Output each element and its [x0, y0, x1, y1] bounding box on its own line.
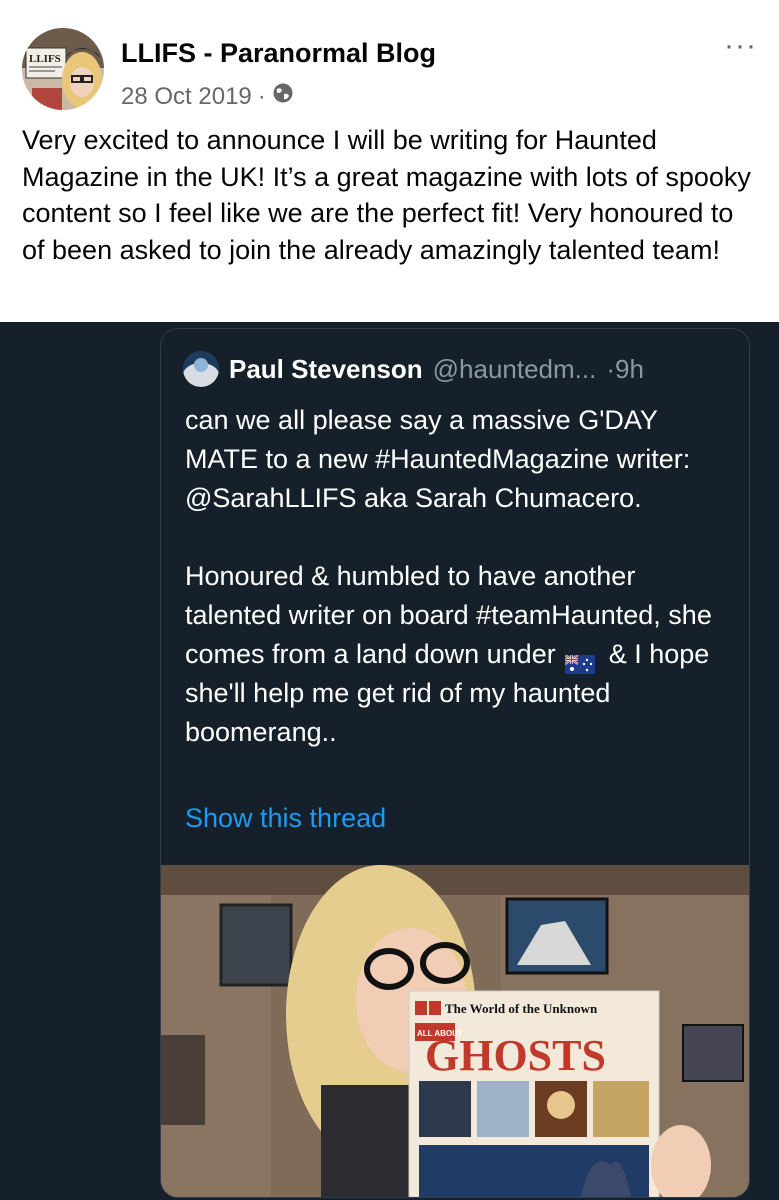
show-thread-link[interactable]: Show this thread [185, 803, 386, 834]
meta-separator: · [257, 82, 266, 110]
australia-flag-icon [564, 646, 596, 675]
post-text: Very excited to announce I will be writi… [22, 125, 751, 265]
tweet-author-handle[interactable]: @hauntedm... [433, 354, 597, 385]
embedded-tweet-image: Paul Stevenson @hauntedm... ·9h can we a… [0, 322, 779, 1200]
tweet-photo[interactable]: The World of the Unknown ALL ABOUT GHOST… [161, 865, 749, 1197]
book-title: GHOSTS [425, 1031, 606, 1080]
tweet-avatar[interactable] [183, 351, 219, 387]
more-options-icon[interactable]: ··· [724, 31, 757, 61]
tweet-header: Paul Stevenson @hauntedm... ·9h [183, 351, 644, 387]
post-meta: 28 Oct 2019 · [121, 82, 294, 111]
post-date[interactable]: 28 Oct 2019 [121, 83, 252, 111]
avatar-logo-text: LLIFS [29, 53, 61, 65]
tweet-time: ·9h [606, 353, 644, 384]
book-series-title: The World of the Unknown [445, 1001, 598, 1016]
tweet-card[interactable]: Paul Stevenson @hauntedm... ·9h can we a… [160, 328, 750, 1198]
page-name[interactable]: LLIFS - Paranormal Blog [121, 38, 436, 69]
tweet-author-name[interactable]: Paul Stevenson [229, 354, 423, 385]
tweet-paragraph-1: can we all please say a massive G'DAY MA… [185, 405, 691, 513]
tweet-paragraph-2: Honoured & humbled to have another talen… [185, 557, 730, 752]
tweet-text: can we all please say a massive G'DAY MA… [185, 401, 730, 752]
globe-icon [272, 82, 294, 111]
page-avatar[interactable]: LLIFS [22, 28, 104, 110]
facebook-post: LLIFS LLIFS - Paranormal Blog 28 Oct 201… [0, 0, 779, 320]
